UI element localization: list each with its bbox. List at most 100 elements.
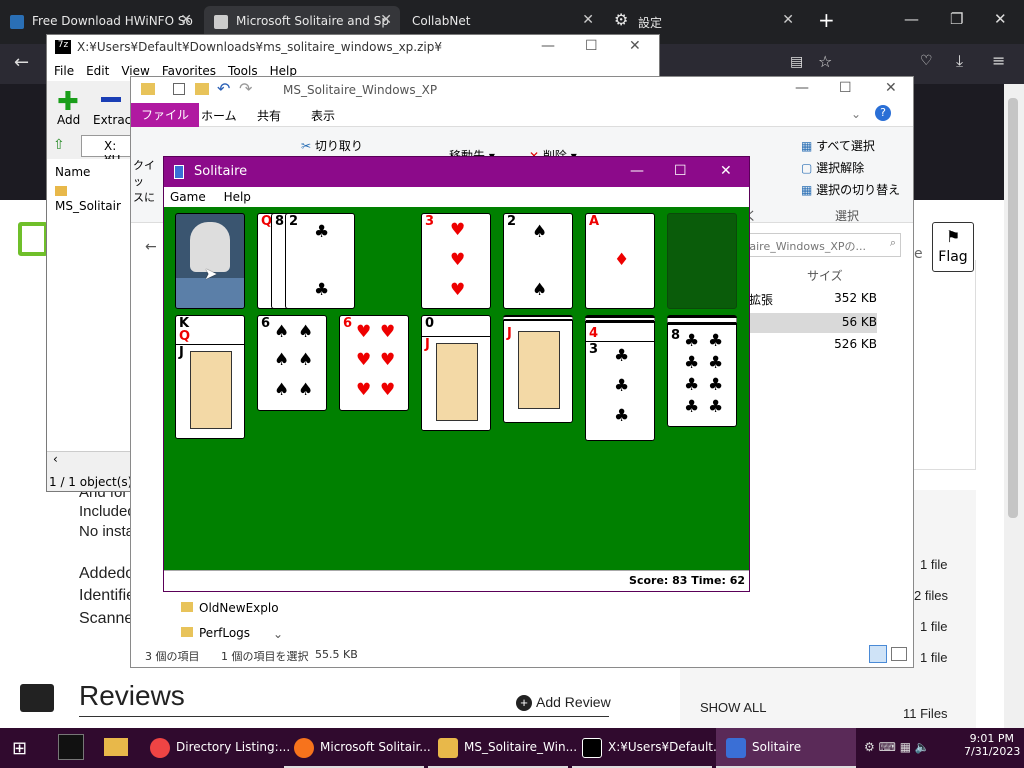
taskbar-item-chrome[interactable]: Directory Listing:... xyxy=(140,728,290,768)
list-item-selected[interactable]: ソ56 KB xyxy=(737,313,877,333)
explorer-ribbon-tabs: ファイル ホーム 共有 表示 ⌄ ? xyxy=(131,103,913,127)
foundation-diamonds[interactable]: A ♦ xyxy=(585,213,655,309)
tree-item[interactable]: OldNewExplo xyxy=(181,601,281,617)
minimize-icon[interactable]: — xyxy=(795,80,809,96)
7zip-icon xyxy=(582,738,602,758)
cut-button[interactable]: ✂ 切り取り xyxy=(301,137,363,154)
close-icon[interactable]: ✕ xyxy=(720,163,732,179)
tableau-pile-6[interactable]: 4 3 ♣ ♣ ♣ xyxy=(585,315,655,441)
solitaire-icon xyxy=(726,738,746,758)
select-all-button[interactable]: ▦ すべて選択 xyxy=(801,137,875,154)
waste-top-card[interactable]: 2 ♣ ♣ xyxy=(285,213,355,309)
add-review-button[interactable]: + Add Review xyxy=(516,694,611,711)
taskbar-item-firefox[interactable]: Microsoft Solitair... xyxy=(284,728,431,768)
reader-icon[interactable]: ▤ xyxy=(790,54,803,70)
close-icon[interactable]: ✕ xyxy=(782,12,794,28)
reviews-icon xyxy=(20,684,54,712)
tableau-pile-3[interactable]: 6 ♥ ♥ ♥ ♥ ♥ ♥ xyxy=(339,315,409,411)
jack-face xyxy=(190,351,232,429)
details-view-icon[interactable] xyxy=(869,645,887,663)
foundation-empty[interactable] xyxy=(667,213,737,309)
solitaire-title-bar: Solitaire — ☐ ✕ xyxy=(164,157,749,187)
solitaire-icon xyxy=(174,165,184,179)
close-icon[interactable]: ✕ xyxy=(582,12,594,28)
stock-pile[interactable] xyxy=(175,213,245,309)
minimize-icon[interactable]: — xyxy=(630,163,644,179)
taskbar-item-explorer[interactable]: MS_Solitaire_Win... xyxy=(428,728,577,768)
close-icon[interactable]: ✕ xyxy=(629,38,641,54)
pocket-icon[interactable]: ♡ xyxy=(920,53,933,69)
close-icon[interactable]: ✕ xyxy=(180,12,192,28)
menu-icon[interactable]: ≡ xyxy=(992,51,1005,70)
tableau-pile-2[interactable]: 6 ♠ ♠ ♠ ♠ ♠ ♠ xyxy=(257,315,327,411)
foundation-hearts[interactable]: 3 ♥ ♥ ♥ xyxy=(421,213,491,309)
scrollbar[interactable] xyxy=(1004,84,1024,728)
chevron-down-icon[interactable]: ⌄ xyxy=(273,627,283,641)
taskbar-item-7zip[interactable]: X:¥Users¥Default... xyxy=(572,728,724,768)
up-folder-icon[interactable]: ⇧ xyxy=(53,137,65,153)
menu-help[interactable]: Help xyxy=(224,190,251,204)
tab-home[interactable]: ホーム xyxy=(201,107,237,124)
invert-selection-button[interactable]: ▦ 選択の切り替え xyxy=(801,181,900,198)
back-icon[interactable]: ← xyxy=(145,239,157,255)
7zip-title-bar: 7z X:¥Users¥Default¥Downloads¥ms_solitai… xyxy=(47,35,659,61)
tree-item[interactable]: PerfLogs xyxy=(181,626,281,642)
chevron-down-icon[interactable]: ⌄ xyxy=(851,107,861,121)
scissors-icon: ✂ xyxy=(301,139,312,153)
arrow-left-icon: ‹ xyxy=(53,452,58,466)
solitaire-menu: Game Help xyxy=(164,187,749,207)
file-row[interactable]: MS_Solitair xyxy=(55,185,131,213)
mouse-cursor-icon: ➤ xyxy=(204,264,218,283)
tableau-pile-5[interactable]: J xyxy=(503,315,573,423)
help-icon[interactable]: ? xyxy=(875,105,891,121)
tiles-view-icon[interactable] xyxy=(891,647,907,661)
maximize-icon[interactable]: ☐ xyxy=(839,80,852,96)
extract-icon[interactable] xyxy=(101,97,121,102)
solitaire-window: Solitaire — ☐ ✕ Game Help Q 8 2 ♣ ♣ 3 ♥ ♥ ♥ 2… xyxy=(163,156,750,592)
solitaire-status-bar: Score: 83 Time: 62 xyxy=(164,570,749,591)
maximize-icon[interactable]: ☐ xyxy=(674,163,687,179)
terminal-icon[interactable] xyxy=(58,734,84,760)
close-icon[interactable]: ✕ xyxy=(885,80,897,96)
search-input[interactable]: itaire_Windows_XPの... ⌕ xyxy=(735,233,901,257)
minimize-icon[interactable]: — xyxy=(541,38,555,54)
grid-icon: ▦ xyxy=(801,139,813,153)
file-explorer-icon[interactable] xyxy=(104,738,128,756)
clock[interactable]: 9:01 PM 7/31/2023 xyxy=(964,732,1020,758)
taskbar-item-solitaire[interactable]: Solitaire xyxy=(716,728,856,768)
folder-icon xyxy=(181,627,193,637)
list-item[interactable]: ン526 KB xyxy=(737,337,877,355)
foundation-spades[interactable]: 2 ♠ ♠ xyxy=(503,213,573,309)
new-tab-button[interactable]: + xyxy=(818,8,835,32)
card-jack-hearts: J xyxy=(422,336,490,430)
minimize-icon[interactable]: — xyxy=(904,10,919,28)
folder-icon xyxy=(141,83,155,95)
explorer-title-bar: ↶ ↷ MS_Solitaire_Windows_XP — ☐ ✕ xyxy=(131,77,913,103)
list-item[interactable]: ン拡張 352 KB xyxy=(737,291,877,309)
tab-view[interactable]: 表示 xyxy=(311,107,335,124)
folder-icon xyxy=(181,602,193,612)
show-all-link[interactable]: SHOW ALL xyxy=(700,700,766,715)
undo-icon[interactable]: ↶ xyxy=(217,79,230,98)
close-icon[interactable]: ✕ xyxy=(994,10,1007,28)
tableau-pile-4[interactable]: 0J xyxy=(421,315,491,431)
tab-file[interactable]: ファイル xyxy=(131,103,200,127)
close-icon[interactable]: ✕ xyxy=(380,12,392,28)
tab-share[interactable]: 共有 xyxy=(257,107,281,124)
search-icon: ⌕ xyxy=(889,236,896,249)
flag-icon: ⚑ xyxy=(946,227,961,246)
menu-game[interactable]: Game xyxy=(170,190,206,204)
windows-start-icon[interactable]: ⊞ xyxy=(12,738,34,759)
tray-icons[interactable]: ⚙ ⌨ ▦ 🔈 xyxy=(864,740,930,754)
tableau-pile-1[interactable]: K Q J xyxy=(175,315,245,439)
scrollbar[interactable]: ‹ xyxy=(47,451,131,467)
back-icon[interactable]: ← xyxy=(14,52,29,73)
redo-icon[interactable]: ↷ xyxy=(239,79,252,98)
tableau-pile-7[interactable]: 8 ♣ ♣ ♣ ♣ ♣ ♣ ♣ ♣ xyxy=(667,315,737,427)
path-field[interactable]: X:¥U xyxy=(81,135,131,167)
deselect-button[interactable]: ▢ 選択解除 xyxy=(801,159,864,176)
download-icon[interactable]: ⤓ xyxy=(956,51,963,71)
maximize-icon[interactable]: ☐ xyxy=(585,38,598,54)
maximize-icon[interactable]: ❐ xyxy=(950,10,963,28)
star-icon[interactable]: ☆ xyxy=(818,52,832,71)
